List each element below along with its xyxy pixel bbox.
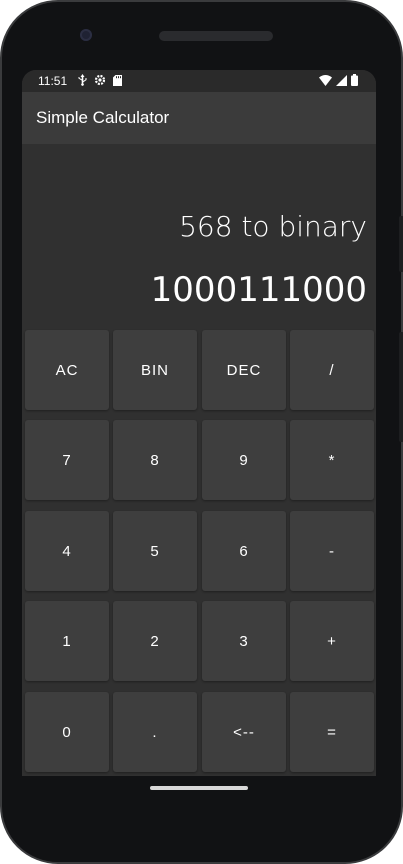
power-button [399,216,403,272]
battery-icon [351,74,358,89]
key-1[interactable]: 1 [25,601,109,681]
home-gesture-handle[interactable] [150,786,248,790]
key-equals[interactable]: = [290,692,374,772]
status-bar: 11:51 [22,70,376,92]
key-multiply[interactable]: * [290,420,374,500]
key-decimal[interactable]: . [113,692,197,772]
calculator-display: 568 to binary 1000111000 [22,144,376,328]
key-divide[interactable]: / [290,330,374,410]
status-system-icons [319,74,358,89]
key-ac[interactable]: AC [25,330,109,410]
result-text: 1000111000 [150,270,367,310]
key-5[interactable]: 5 [113,511,197,591]
app-title: Simple Calculator [36,108,170,127]
key-9[interactable]: 9 [202,420,286,500]
sd-card-icon [113,74,122,89]
app-bar: Simple Calculator [22,92,376,144]
key-add[interactable]: + [290,601,374,681]
key-dec[interactable]: DEC [202,330,286,410]
key-8[interactable]: 8 [113,420,197,500]
keypad: AC BIN DEC / 7 8 9 * 4 5 6 - 1 2 3 + 0 .… [22,328,376,806]
volume-button [399,332,403,442]
key-7[interactable]: 7 [25,420,109,500]
wifi-icon [319,74,332,89]
key-2[interactable]: 2 [113,601,197,681]
key-0[interactable]: 0 [25,692,109,772]
key-4[interactable]: 4 [25,511,109,591]
expression-text: 568 to binary [179,210,367,243]
status-notification-icons [78,74,122,89]
front-camera [80,29,92,41]
key-6[interactable]: 6 [202,511,286,591]
navigation-bar [22,776,376,806]
status-time: 11:51 [38,74,68,88]
key-bin[interactable]: BIN [113,330,197,410]
signal-icon [336,74,347,89]
key-3[interactable]: 3 [202,601,286,681]
app-screen: 11:51 Simple Calculator 568 to binary 10… [22,70,376,806]
earpiece-speaker [159,31,273,41]
key-subtract[interactable]: - [290,511,374,591]
usb-icon [78,74,87,89]
settings-icon [94,74,106,89]
key-backspace[interactable]: <-- [202,692,286,772]
